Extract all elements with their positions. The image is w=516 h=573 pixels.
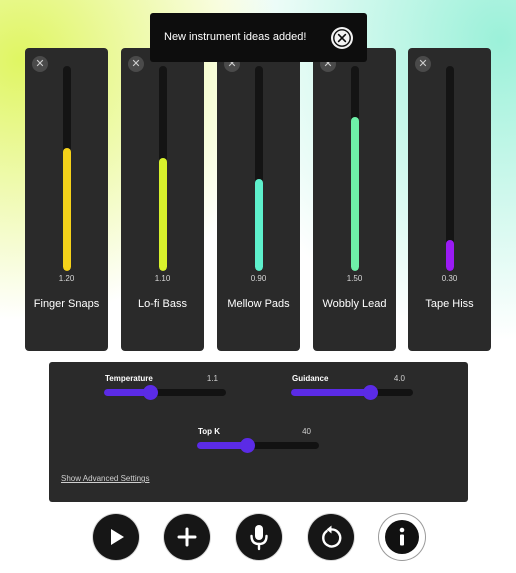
reset-button[interactable]	[308, 514, 354, 560]
top-k-value: 40	[302, 427, 311, 436]
temperature-label: Temperature	[105, 374, 153, 383]
microphone-button[interactable]	[236, 514, 282, 560]
info-button[interactable]	[379, 514, 425, 560]
weight-value: 0.30	[441, 274, 458, 283]
slider-fill	[291, 389, 371, 396]
plus-icon	[177, 527, 197, 547]
microphone-icon	[250, 525, 268, 551]
weight-slider[interactable]	[351, 66, 359, 271]
toast-message: New instrument ideas added!	[164, 31, 307, 43]
slider-thumb[interactable]	[363, 385, 379, 400]
close-icon: ✕	[131, 58, 141, 70]
weight-value: 1.10	[154, 274, 171, 283]
add-prompt-button[interactable]	[164, 514, 210, 560]
top-k-control: Top K 40	[197, 427, 319, 457]
guidance-value: 4.0	[393, 374, 405, 383]
remove-prompt-button[interactable]: ✕	[32, 56, 48, 72]
weight-fill	[351, 117, 359, 271]
close-icon: ✕	[35, 58, 45, 70]
toast-close-button[interactable]	[331, 27, 353, 49]
prompt-card-mellow-pads: ✕ 0.90 Mellow Pads	[217, 48, 300, 351]
top-k-label: Top K	[198, 427, 221, 436]
temperature-slider[interactable]	[104, 385, 226, 400]
play-button[interactable]	[93, 514, 139, 560]
weight-value: 1.20	[58, 274, 75, 283]
weight-slider[interactable]	[255, 66, 263, 271]
guidance-label: Guidance	[292, 374, 329, 383]
toast-notification: New instrument ideas added!	[150, 13, 367, 62]
temperature-control: Temperature 1.1	[104, 374, 226, 404]
info-icon	[385, 520, 419, 554]
prompt-card-finger-snaps: ✕ 1.20 Finger Snaps	[25, 48, 108, 351]
prompt-card-tape-hiss: ✕ 0.30 Tape Hiss	[408, 48, 491, 351]
prompt-name[interactable]: Lo-fi Bass	[121, 298, 204, 310]
prompt-card-lofi-bass: ✕ 1.10 Lo-fi Bass	[121, 48, 204, 351]
weight-fill	[159, 158, 167, 271]
close-icon: ✕	[418, 58, 428, 70]
remove-prompt-button[interactable]: ✕	[415, 56, 431, 72]
weight-value: 0.90	[250, 274, 267, 283]
advanced-settings-link[interactable]: Show Advanced Settings	[61, 474, 150, 483]
slider-thumb[interactable]	[240, 438, 256, 453]
weight-fill	[255, 178, 263, 271]
top-k-slider[interactable]	[197, 438, 319, 453]
play-icon	[111, 529, 124, 545]
prompt-name[interactable]: Wobbly Lead	[313, 298, 396, 310]
prompt-name[interactable]: Mellow Pads	[217, 298, 300, 310]
weight-fill	[63, 148, 71, 271]
temperature-value: 1.1	[206, 374, 218, 383]
weight-slider[interactable]	[446, 66, 454, 271]
prompt-name[interactable]: Finger Snaps	[25, 298, 108, 310]
remove-prompt-button[interactable]: ✕	[128, 56, 144, 72]
reset-icon	[322, 525, 342, 548]
weight-fill	[446, 240, 454, 271]
slider-thumb[interactable]	[143, 385, 159, 400]
close-icon	[333, 29, 351, 47]
guidance-slider[interactable]	[291, 385, 413, 400]
prompt-name[interactable]: Tape Hiss	[408, 298, 491, 310]
prompt-card-wobbly-lead: ✕ 1.50 Wobbly Lead	[313, 48, 396, 351]
weight-slider[interactable]	[63, 66, 71, 271]
guidance-control: Guidance 4.0	[291, 374, 413, 404]
prompt-sliders: ✕ 1.20 Finger Snaps ✕ 1.10 Lo-fi Bass ✕ …	[25, 48, 493, 351]
weight-value: 1.50	[346, 274, 363, 283]
settings-panel: Temperature 1.1 Guidance 4.0 Top K 40 Sh…	[49, 362, 468, 502]
weight-slider[interactable]	[159, 66, 167, 271]
